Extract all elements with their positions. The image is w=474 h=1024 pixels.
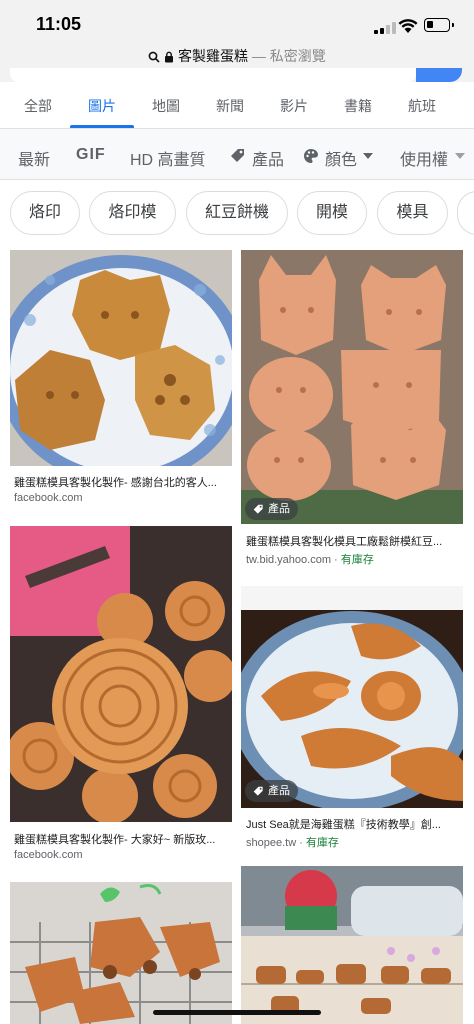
- result-caption[interactable]: 雞蛋糕模具客製化製作- 大家好~ 新版玫...: [14, 831, 238, 847]
- in-stock-label: 有庫存: [305, 837, 339, 849]
- battery-icon: [424, 18, 454, 32]
- search-icon: [148, 51, 160, 63]
- tab-images[interactable]: 圖片: [88, 96, 116, 116]
- chip-related[interactable]: 烙印模: [89, 191, 176, 235]
- tag-icon: [231, 149, 244, 162]
- result-caption[interactable]: 雞蛋糕模具客製化模具工廠鬆餅模紅豆...: [246, 533, 470, 549]
- product-badge: 產品: [245, 780, 298, 802]
- filter-products[interactable]: 產品: [252, 146, 284, 170]
- filter-latest[interactable]: 最新: [18, 146, 50, 170]
- divider: [0, 179, 474, 180]
- chip-related[interactable]: 紅豆餅機: [186, 191, 288, 235]
- result-source: tw.bid.yahoo.com · 有庫存: [246, 554, 374, 566]
- tab-news[interactable]: 新聞: [216, 96, 244, 116]
- chip-related[interactable]: 模具: [377, 191, 448, 235]
- status-time: 11:05: [36, 14, 82, 34]
- tab-videos[interactable]: 影片: [280, 96, 308, 116]
- result-caption[interactable]: 雞蛋糕模具客製化製作- 感謝台北的客人...: [14, 474, 238, 490]
- filter-hd[interactable]: HD 高畫質: [130, 146, 206, 170]
- filter-color[interactable]: 顏色: [325, 146, 357, 170]
- palette-icon: [304, 149, 318, 163]
- search-box-edge: [0, 68, 474, 82]
- url-query: 客製雞蛋糕: [178, 48, 248, 64]
- chip-related[interactable]: 開模: [297, 191, 367, 235]
- tag-icon: [253, 504, 263, 514]
- private-mode-label: — 私密瀏覽: [251, 48, 326, 64]
- url-bar[interactable]: 客製雞蛋糕 — 私密瀏覽: [0, 44, 474, 70]
- result-image[interactable]: [10, 882, 232, 1024]
- caret-down-icon: [363, 153, 373, 159]
- status-bar: 11:05: [0, 0, 474, 44]
- filter-gif[interactable]: GIF: [76, 146, 106, 164]
- search-tabs: 全部 圖片 地圖 新聞 影片 書籍 航班: [0, 82, 474, 128]
- wifi-icon: [398, 19, 418, 33]
- result-caption[interactable]: Just Sea就是海雞蛋糕『技術教學』創...: [246, 816, 470, 832]
- caret-down-icon: [455, 153, 465, 159]
- result-image[interactable]: 產品: [241, 586, 463, 808]
- result-source: facebook.com: [14, 492, 83, 504]
- lock-icon: [165, 51, 174, 63]
- tab-all[interactable]: 全部: [24, 96, 52, 116]
- filter-bar: 最新 GIF HD 高畫質 產品 顏色 使用權: [0, 129, 474, 179]
- tab-flights[interactable]: 航班: [408, 96, 436, 116]
- result-image[interactable]: 產品: [241, 250, 463, 524]
- badge-label: 產品: [268, 503, 290, 515]
- product-badge: 產品: [245, 498, 298, 520]
- filter-usage-rights[interactable]: 使用權: [400, 146, 448, 170]
- result-source: facebook.com: [14, 849, 83, 861]
- badge-label: 產品: [268, 785, 290, 797]
- result-image[interactable]: [241, 866, 463, 1024]
- home-indicator: [153, 1010, 321, 1015]
- result-image[interactable]: [10, 250, 232, 466]
- tab-books[interactable]: 書籍: [344, 96, 372, 116]
- in-stock-label: 有庫存: [340, 554, 374, 566]
- chip-related[interactable]: 烙印: [10, 191, 80, 235]
- result-source: shopee.tw · 有庫存: [246, 837, 339, 849]
- cellular-signal-icon: [374, 22, 396, 34]
- result-image[interactable]: [10, 526, 232, 822]
- chip-related[interactable]: [457, 191, 474, 235]
- tab-maps[interactable]: 地圖: [152, 96, 180, 116]
- tag-icon: [253, 786, 263, 796]
